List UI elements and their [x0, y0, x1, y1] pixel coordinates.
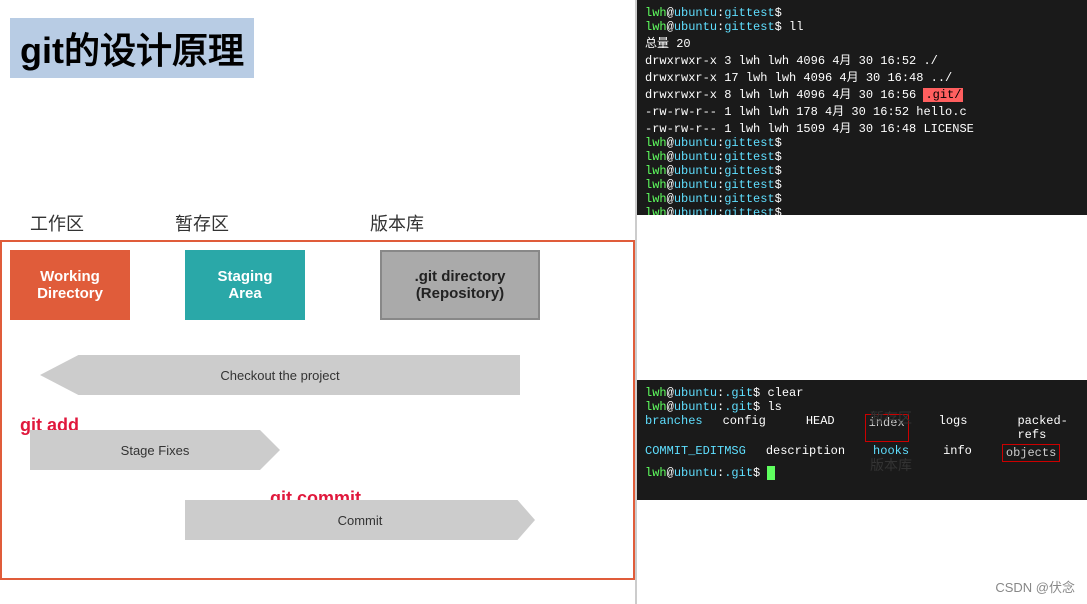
stage-fixes-label: Stage Fixes [121, 443, 190, 458]
working-directory-box: WorkingDirectory [10, 250, 130, 320]
term-branches: branches [645, 414, 703, 442]
term-prompt-3: lwh@ubuntu:gittest$ [645, 164, 1079, 178]
checkout-arrow: Checkout the project [30, 355, 530, 395]
term-prompt-4: lwh@ubuntu:gittest$ [645, 178, 1079, 192]
term-line-8: -rw-rw-r-- 1 lwh lwh 1509 4月 30 16:48 LI… [645, 119, 1079, 136]
zone-label-repo: 版本库 [370, 210, 424, 236]
checkout-label: Checkout the project [220, 368, 339, 383]
term-line-5: drwxrwxr-x 17 lwh lwh 4096 4月 30 16:48 .… [645, 68, 1079, 85]
term-objects: objects [1002, 444, 1060, 462]
term-logs: logs [939, 414, 968, 442]
term-description: description [766, 444, 845, 462]
terminal-top: lwh@ubuntu:gittest$ lwh@ubuntu:gittest$ … [637, 0, 1087, 215]
term-bottom-ls-row1: branches config HEAD index logs packed-r… [645, 414, 1079, 442]
commit-label: Commit [338, 513, 383, 528]
term-line-3: 总量 20 [645, 34, 1079, 51]
term-packed-refs: packed-refs [1017, 414, 1079, 442]
zone-label-work: 工作区 [30, 210, 84, 236]
term-config: config [723, 414, 766, 442]
term-prompt-2: lwh@ubuntu:gittest$ [645, 150, 1079, 164]
term-bottom-prompt: lwh@ubuntu:.git$ [645, 466, 1079, 480]
term-head: HEAD [806, 414, 835, 442]
term-prompt-6: lwh@ubuntu:gittest$ [645, 206, 1079, 215]
term-prompt-1: lwh@ubuntu:gittest$ [645, 136, 1079, 150]
annotation-repo: 版本库 [870, 455, 912, 475]
commit-arrow: Commit [185, 500, 535, 540]
checkout-arrow-shape: Checkout the project [40, 355, 520, 395]
staging-area-box: StagingArea [185, 250, 305, 320]
stage-fixes-arrow: Stage Fixes [30, 430, 280, 470]
term-line-1: lwh@ubuntu:gittest$ [645, 6, 1079, 20]
term-commit-editmsg: COMMIT_EDITMSG [645, 444, 746, 462]
terminal-bottom: lwh@ubuntu:.git$ clear lwh@ubuntu:.git$ … [637, 380, 1087, 500]
term-line-6: drwxrwxr-x 8 lwh lwh 4096 4月 30 16:56 .g… [645, 85, 1079, 102]
term-bottom-line2: lwh@ubuntu:.git$ ls [645, 400, 1079, 414]
term-info: info [943, 444, 972, 462]
watermark: CSDN @伏念 [995, 577, 1075, 596]
page-title: git的设计原理 [10, 18, 254, 78]
term-line-7: -rw-rw-r-- 1 lwh lwh 178 4月 30 16:52 hel… [645, 102, 1079, 119]
term-prompt-5: lwh@ubuntu:gittest$ [645, 192, 1079, 206]
git-directory-box: .git directory(Repository) [380, 250, 540, 320]
term-line-4: drwxrwxr-x 3 lwh lwh 4096 4月 30 16:52 ./ [645, 51, 1079, 68]
annotation-staging: 暂存区 [870, 408, 912, 428]
term-bottom-line1: lwh@ubuntu:.git$ clear [645, 386, 1079, 400]
term-line-2: lwh@ubuntu:gittest$ ll [645, 20, 1079, 34]
term-bottom-ls-row2: COMMIT_EDITMSG description hooks info ob… [645, 444, 1079, 462]
zone-label-stage: 暂存区 [175, 210, 229, 236]
